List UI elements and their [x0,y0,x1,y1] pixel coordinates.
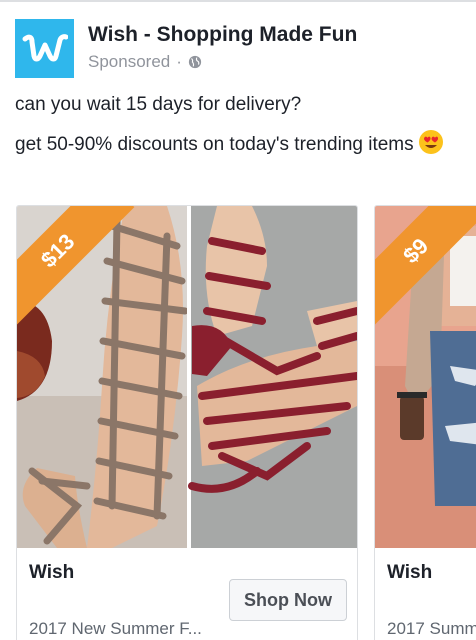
wish-w-icon [22,34,68,62]
sponsored-label[interactable]: Sponsored [88,50,170,74]
product-image-sandals[interactable]: $13 [17,206,357,548]
post-header: Wish - Shopping Made Fun Sponsored · [15,17,357,79]
globe-icon[interactable] [188,55,202,69]
card-title[interactable]: Wish [29,562,74,584]
carousel-card[interactable]: $9 Wish 2017 Summ [374,205,476,640]
top-divider [0,0,476,2]
meta-separator: · [176,52,182,71]
price-label: $9 [398,233,434,269]
message-line-2: get 50-90% discounts on today's trending… [15,129,465,157]
message-line-1: can you wait 15 days for delivery? [15,94,302,115]
card-description[interactable]: 2017 New Summer F... [29,619,202,639]
heart-eyes-emoji-icon [418,130,443,154]
product-image-jeans[interactable]: $9 [375,206,476,548]
carousel-card[interactable]: $13 Wish Shop Now 2017 New Summer F... [16,205,358,640]
post-message: can you wait 15 days for delivery? get 5… [15,92,465,169]
price-label: $13 [35,228,80,273]
card-title[interactable]: Wish [387,562,432,584]
shop-now-button[interactable]: Shop Now [229,579,347,621]
sponsored-meta: Sponsored · [88,50,357,74]
wish-logo[interactable] [15,18,74,78]
page-name[interactable]: Wish - Shopping Made Fun [88,22,357,48]
message-line-2-text: get 50-90% discounts on today's trending… [15,134,414,155]
card-description[interactable]: 2017 Summ [387,619,476,639]
product-carousel[interactable]: $13 Wish Shop Now 2017 New Summer F... $… [0,205,476,640]
